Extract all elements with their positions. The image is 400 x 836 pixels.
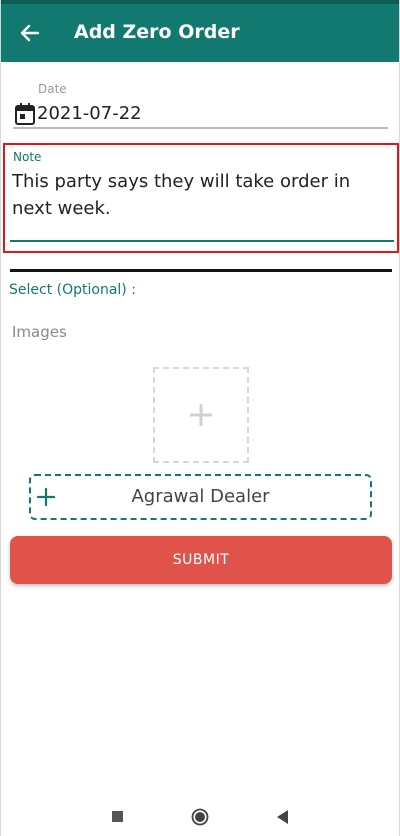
back-icon[interactable] [275, 809, 289, 825]
back-button[interactable] [14, 17, 46, 49]
arrow-left-icon [20, 24, 40, 42]
plus-icon [190, 404, 212, 426]
app-bar: Add Zero Order [0, 0, 400, 62]
note-input[interactable]: This party says they will take order in … [12, 168, 382, 222]
divider [10, 269, 392, 272]
system-nav-bar [0, 796, 400, 836]
date-value[interactable]: 2021-07-22 [37, 103, 142, 124]
date-underline [13, 127, 388, 129]
select-optional-label: Select (Optional) : [9, 282, 136, 298]
add-image-button[interactable] [153, 367, 249, 463]
images-label: Images [12, 323, 67, 341]
calendar-icon[interactable] [15, 103, 35, 125]
note-underline [10, 240, 394, 242]
page-title: Add Zero Order [74, 21, 240, 43]
dealer-name: Agrawal Dealer [131, 486, 270, 507]
submit-button[interactable]: SUBMIT [10, 536, 392, 584]
recents-icon[interactable] [112, 811, 123, 822]
home-icon[interactable] [191, 808, 209, 826]
dealer-selector[interactable]: Agrawal Dealer [29, 474, 372, 520]
note-field[interactable]: Note This party says they will take orde… [3, 143, 399, 253]
date-label: Date [38, 82, 67, 96]
note-label: Note [13, 150, 42, 164]
